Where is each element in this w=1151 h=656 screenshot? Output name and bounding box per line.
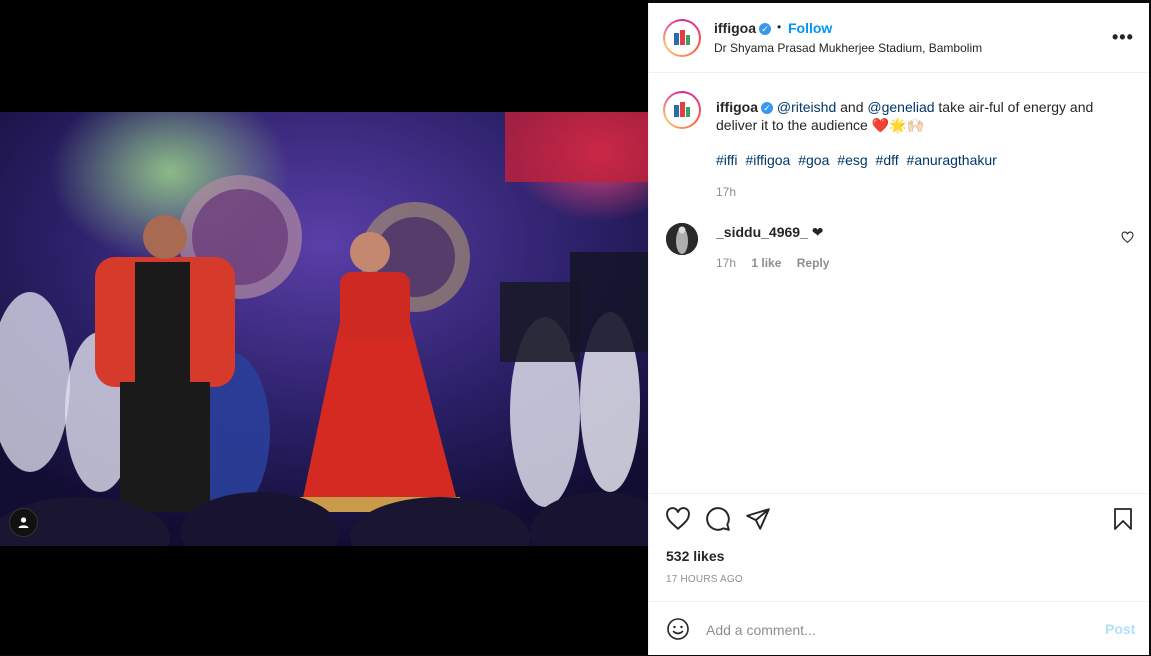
location-link[interactable]: Dr Shyama Prasad Mukherjee Stadium, Bamb… xyxy=(714,41,982,55)
add-comment-bar: Post xyxy=(649,601,1149,656)
separator-dot: • xyxy=(777,20,782,34)
verified-badge-icon: ✓ xyxy=(761,102,773,115)
comment-meta: 17h 1 like Reply xyxy=(716,256,841,270)
caption: iffigoa ✓ @riteishd and @geneliad take ai… xyxy=(716,98,1106,134)
avatar[interactable] xyxy=(663,19,701,57)
iffi-logo xyxy=(674,30,690,45)
caption-and: and xyxy=(836,99,868,115)
follow-button[interactable]: Follow xyxy=(788,20,832,36)
comment-input[interactable] xyxy=(704,616,1088,644)
post-actions: 532 likes 17 HOURS AGO xyxy=(649,493,1149,602)
reply-button[interactable]: Reply xyxy=(797,256,830,270)
likes-count[interactable]: 532 likes xyxy=(666,548,724,564)
stage-performance-image xyxy=(0,112,648,546)
caption-timestamp[interactable]: 17h xyxy=(716,185,736,199)
header-username[interactable]: iffigoa ✓ xyxy=(714,20,771,36)
more-options-button[interactable]: ••• xyxy=(1112,27,1134,48)
comment-bubble-icon[interactable] xyxy=(705,506,731,537)
heart-icon[interactable] xyxy=(665,506,691,537)
user-tag-icon xyxy=(18,517,29,528)
hashtag-link[interactable]: #iffigoa xyxy=(745,152,790,168)
silhouette-image xyxy=(666,223,698,255)
hashtag-link[interactable]: #anuragthakur xyxy=(907,152,997,168)
iffi-logo xyxy=(674,102,690,117)
hashtag-link[interactable]: #goa xyxy=(798,152,829,168)
comments-section: iffigoa ✓ @riteishd and @geneliad take ai… xyxy=(649,73,1149,493)
verified-badge-icon: ✓ xyxy=(759,23,771,36)
hashtag-link[interactable]: #iffi xyxy=(716,152,738,168)
commenter-avatar[interactable] xyxy=(666,223,698,255)
post-photo[interactable] xyxy=(0,112,648,546)
comment-body: ❤ xyxy=(807,224,824,240)
comment-likes[interactable]: 1 like xyxy=(751,256,781,270)
post-header: iffigoa ✓ • Follow Dr Shyama Prasad Mukhe… xyxy=(649,3,1149,73)
mention-riteishd[interactable]: @riteishd xyxy=(777,99,836,115)
small-heart-icon[interactable] xyxy=(1121,231,1134,249)
mention-geneliad[interactable]: @geneliad xyxy=(867,99,934,115)
post-comment-button[interactable]: Post xyxy=(1105,621,1135,637)
commenter-username[interactable]: _siddu_4969_ xyxy=(716,224,808,240)
post-details-panel: iffigoa ✓ • Follow Dr Shyama Prasad Mukhe… xyxy=(648,3,1149,655)
post-media xyxy=(0,0,648,655)
smiley-icon[interactable] xyxy=(666,617,690,646)
paper-plane-icon[interactable] xyxy=(745,506,771,537)
username-link[interactable]: iffigoa xyxy=(714,20,756,36)
bookmark-icon[interactable] xyxy=(1111,506,1135,537)
hashtag-link[interactable]: #esg xyxy=(837,152,867,168)
comment-timestamp[interactable]: 17h xyxy=(716,256,736,270)
hashtag-link[interactable]: #dff xyxy=(876,152,899,168)
comment-text: _siddu_4969_ ❤ xyxy=(716,224,823,241)
caption-username[interactable]: iffigoa xyxy=(716,99,758,115)
post-time-ago[interactable]: 17 HOURS AGO xyxy=(666,574,743,585)
user-tag-button[interactable] xyxy=(9,508,38,537)
hashtag-list: #iffi #iffigoa #goa #esg #dff #anuragtha… xyxy=(716,152,1106,168)
caption-avatar[interactable] xyxy=(663,91,701,129)
